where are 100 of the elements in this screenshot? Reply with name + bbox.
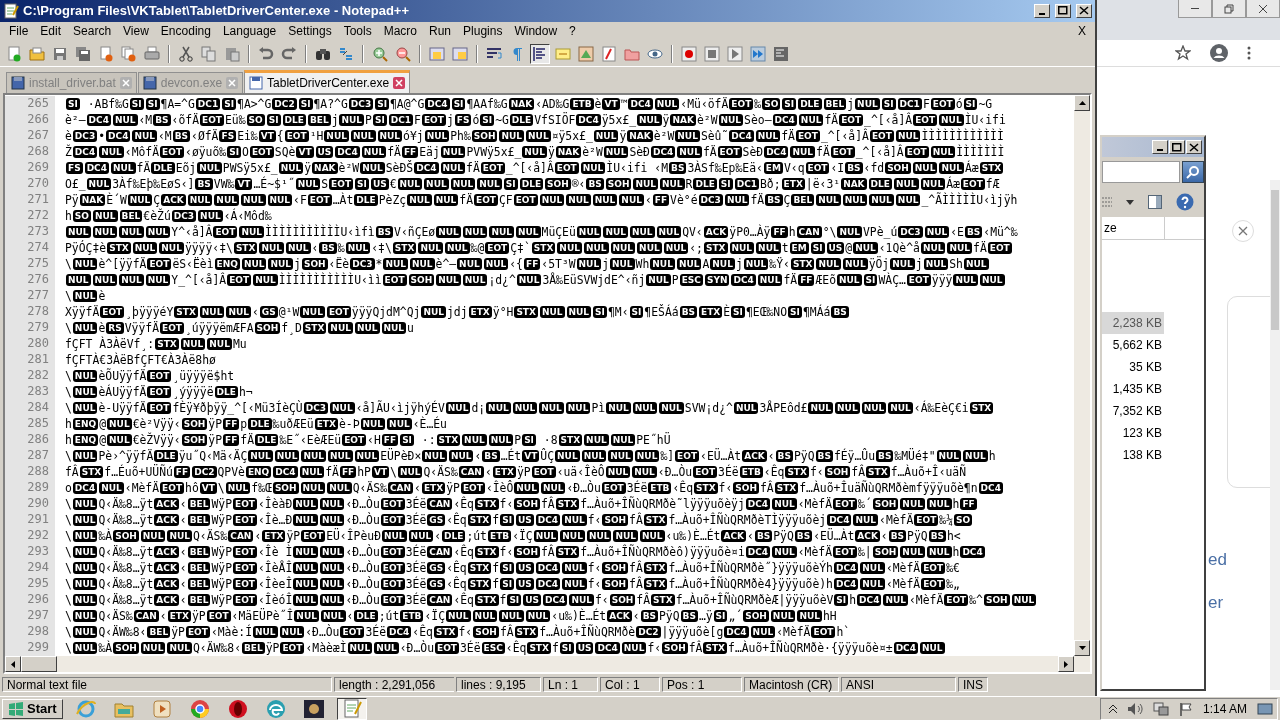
control-char-badge: EOT [160,146,185,159]
file-size-cell[interactable]: 2,238 KB [1102,312,1164,334]
file-size-cell[interactable]: 123 KB [1102,422,1164,444]
code-text: ‹Ð…Òu [345,513,380,528]
code-text: ‹ÏÇ [424,609,446,624]
code-text: 3Éë [405,545,427,560]
code-text: ‹MäEÜPè˝Î [231,609,294,624]
file-size-cell[interactable]: 35 KB [1102,356,1164,378]
search-button[interactable] [1182,161,1204,183]
file-size-cell[interactable]: 5,662 KB [1102,334,1164,356]
file-size-cell[interactable]: 7,352 KB [1102,400,1164,422]
control-char-badge: ACK [154,514,179,527]
code-text: ‹ [644,193,652,208]
control-char-badge: NUL [592,194,618,207]
file-tab[interactable]: TabletDriverCenter.exe [244,70,411,94]
menu-item[interactable]: Run [423,24,458,39]
indent-guide-button[interactable] [530,43,550,64]
line-number: 286 [5,432,55,449]
menu-item[interactable]: Encoding [154,24,217,39]
control-char-badge: NUL [301,450,326,463]
maximize-button[interactable] [1055,3,1071,18]
account-icon[interactable] [1209,43,1229,63]
function-list-button[interactable] [599,43,619,64]
file-size-cell[interactable]: 138 KB [1102,444,1164,466]
control-char-badge: NUL [107,434,132,447]
control-char-badge: NUL [295,178,321,191]
copy-icon [201,45,217,62]
play-button[interactable] [725,43,745,64]
record-button[interactable] [679,43,699,64]
scroll-down-button[interactable] [1074,640,1090,657]
code-text: ‹Ëè [328,257,350,272]
link-text[interactable]: er [1208,593,1224,613]
network-icon[interactable] [1152,701,1169,716]
maximize-button[interactable] [1169,140,1185,154]
control-char-badge: NUL [912,162,938,175]
code-text: ÛÇ [540,449,555,464]
play-multiple-button[interactable] [748,43,768,64]
code-text: • [98,129,106,144]
code-text: ‹Á‰EèÇ€i [913,401,969,416]
taskbar-app-button[interactable] [336,697,367,720]
control-char-badge: SI [963,98,978,111]
control-char-badge: STX [703,242,728,255]
menu-item[interactable]: Macro [377,24,423,39]
scroll-up-button[interactable] [1074,95,1090,112]
control-char-badge: DC4 [535,578,561,591]
code-text: PÿQ [658,609,680,624]
menu-item[interactable]: Plugins [457,24,509,39]
menu-item[interactable]: Settings [282,24,338,39]
menu-item[interactable]: Search [67,24,118,39]
close-icon[interactable] [393,77,406,90]
code-text: ‹Ð…Òu [305,625,340,640]
scrollbar-thumb[interactable] [1271,190,1279,330]
control-char-badge: BS [964,226,983,239]
menu-item[interactable]: Window [508,24,564,39]
chevron-up-icon[interactable] [1108,704,1117,713]
menu-item[interactable]: File [3,24,35,39]
preview-pane-icon[interactable] [1148,195,1162,209]
control-char-badge: NUL [320,610,346,623]
control-char-badge: EOT [160,482,185,495]
control-char-badge: NUL [733,402,759,415]
menu-icon[interactable] [1247,46,1251,60]
search-field[interactable] [1102,161,1180,183]
menu-item[interactable]: Language [216,24,283,39]
scroll-right-button[interactable] [1058,656,1074,673]
scrollbar-thumb[interactable] [21,656,57,673]
control-char-badge: NUL [119,226,144,239]
code-text: hô [185,481,199,496]
control-char-badge: ETX [421,482,446,495]
flag-icon[interactable] [1178,701,1193,716]
stop-button[interactable] [702,43,722,64]
menu-item[interactable]: Tools [337,24,378,39]
control-char-badge: EOT [382,274,407,287]
menu-item[interactable]: Edit [34,24,68,39]
scroll-left-button[interactable] [5,656,21,673]
line-number: 266 [5,112,55,129]
control-char-badge: NUL [565,402,591,415]
close-button[interactable] [1246,0,1280,18]
help-icon[interactable] [1176,193,1194,211]
link-text[interactable]: ed [1208,550,1227,570]
control-char-badge: NUL [566,306,592,319]
speaker-icon[interactable] [1126,701,1143,716]
control-char-badge: FS [454,114,472,127]
control-char-badge: BS [754,530,773,543]
control-char-badge: DC2 [636,626,661,639]
control-char-badge: NUL [360,162,385,175]
code-text: ‹ [880,529,888,544]
close-document-button[interactable]: X [1072,24,1092,39]
menu-item[interactable]: View [117,24,155,39]
menu-item[interactable]: ? [563,24,582,39]
start-button[interactable]: Start [2,698,63,719]
copy-button[interactable] [199,43,219,64]
show-desktop-icon[interactable] [1257,701,1273,716]
control-char-badge: SOH [113,642,139,655]
code-text: ‹È…Éu [412,417,447,432]
star-icon[interactable] [1175,45,1191,61]
control-char-badge: NUL [603,146,629,159]
dropdown-icon[interactable] [1126,199,1134,205]
file-size-cell[interactable]: 1,435 KB [1102,378,1164,400]
line-number: 288 [5,464,55,481]
code-text: h [65,433,72,448]
